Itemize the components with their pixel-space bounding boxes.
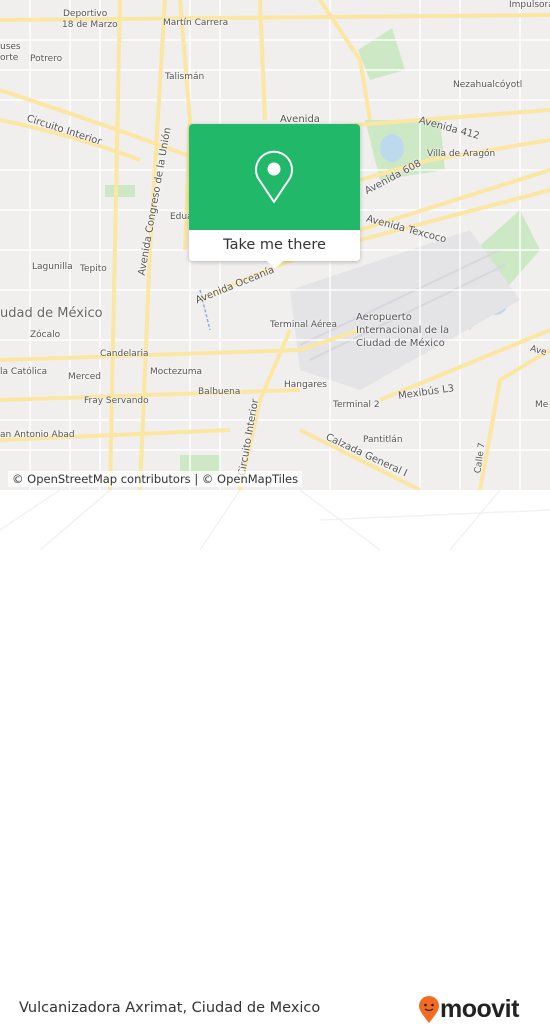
footer-background-pattern (0, 490, 550, 550)
map-label: la Católica (0, 367, 48, 377)
map-label: Tepito (80, 264, 107, 274)
footer: Vulcanizadora Axrimat, Ciudad de Mexico … (0, 490, 550, 1023)
map-label: Nezahualcóyotl (453, 80, 523, 90)
map-label: Merced (68, 372, 102, 382)
map-label: Impulsora (509, 0, 550, 10)
moovit-pin-icon (419, 995, 439, 1023)
map-label: Deportivo (63, 9, 108, 19)
take-me-there-button[interactable]: Take me there (189, 230, 360, 261)
destination-popup: Take me there (189, 124, 360, 269)
map-label: Zócalo (30, 330, 61, 340)
map-label: Martín Carrera (163, 18, 229, 28)
map-label: Talismán (165, 72, 205, 82)
map-label: an Antonio Abad (0, 430, 75, 440)
map-label: Candelaria (100, 349, 149, 359)
map-label: Moctezuma (150, 367, 202, 377)
map-label: Aeropuerto (356, 312, 412, 323)
map-label: Terminal Aérea (270, 320, 337, 330)
map-pin-icon (255, 150, 293, 203)
map-attribution[interactable]: © OpenStreetMap contributors | © OpenMap… (8, 471, 303, 487)
map-label: Potrero (30, 54, 63, 64)
map-label: Villa de Aragón (427, 149, 496, 159)
map-label: Fray Servando (84, 396, 149, 406)
map-label: Me (535, 400, 549, 410)
map-label: Balbuena (198, 387, 241, 397)
map-label: 18 de Marzo (62, 20, 118, 30)
map-label: Terminal 2 (333, 400, 380, 410)
moovit-wordmark: moovit (440, 995, 519, 1023)
map-label: Ciudad de México (356, 338, 445, 349)
moovit-logo[interactable]: moovit (418, 995, 519, 1024)
map-label: uses (0, 42, 21, 52)
map-label: Hangares (284, 380, 327, 390)
map-label: Pantitlán (363, 435, 403, 445)
popup-pointer (266, 260, 284, 269)
map[interactable]: Deportivo 18 de Marzo Martín Carrera Imp… (0, 0, 550, 490)
popup-header (189, 124, 360, 230)
map-label: Internacional de la (356, 325, 450, 336)
map-label: Lagunilla (32, 262, 73, 272)
map-label: udad de México (0, 306, 103, 321)
map-label: orte (0, 53, 19, 63)
place-name: Vulcanizadora Axrimat, Ciudad de Mexico (19, 1000, 321, 1016)
